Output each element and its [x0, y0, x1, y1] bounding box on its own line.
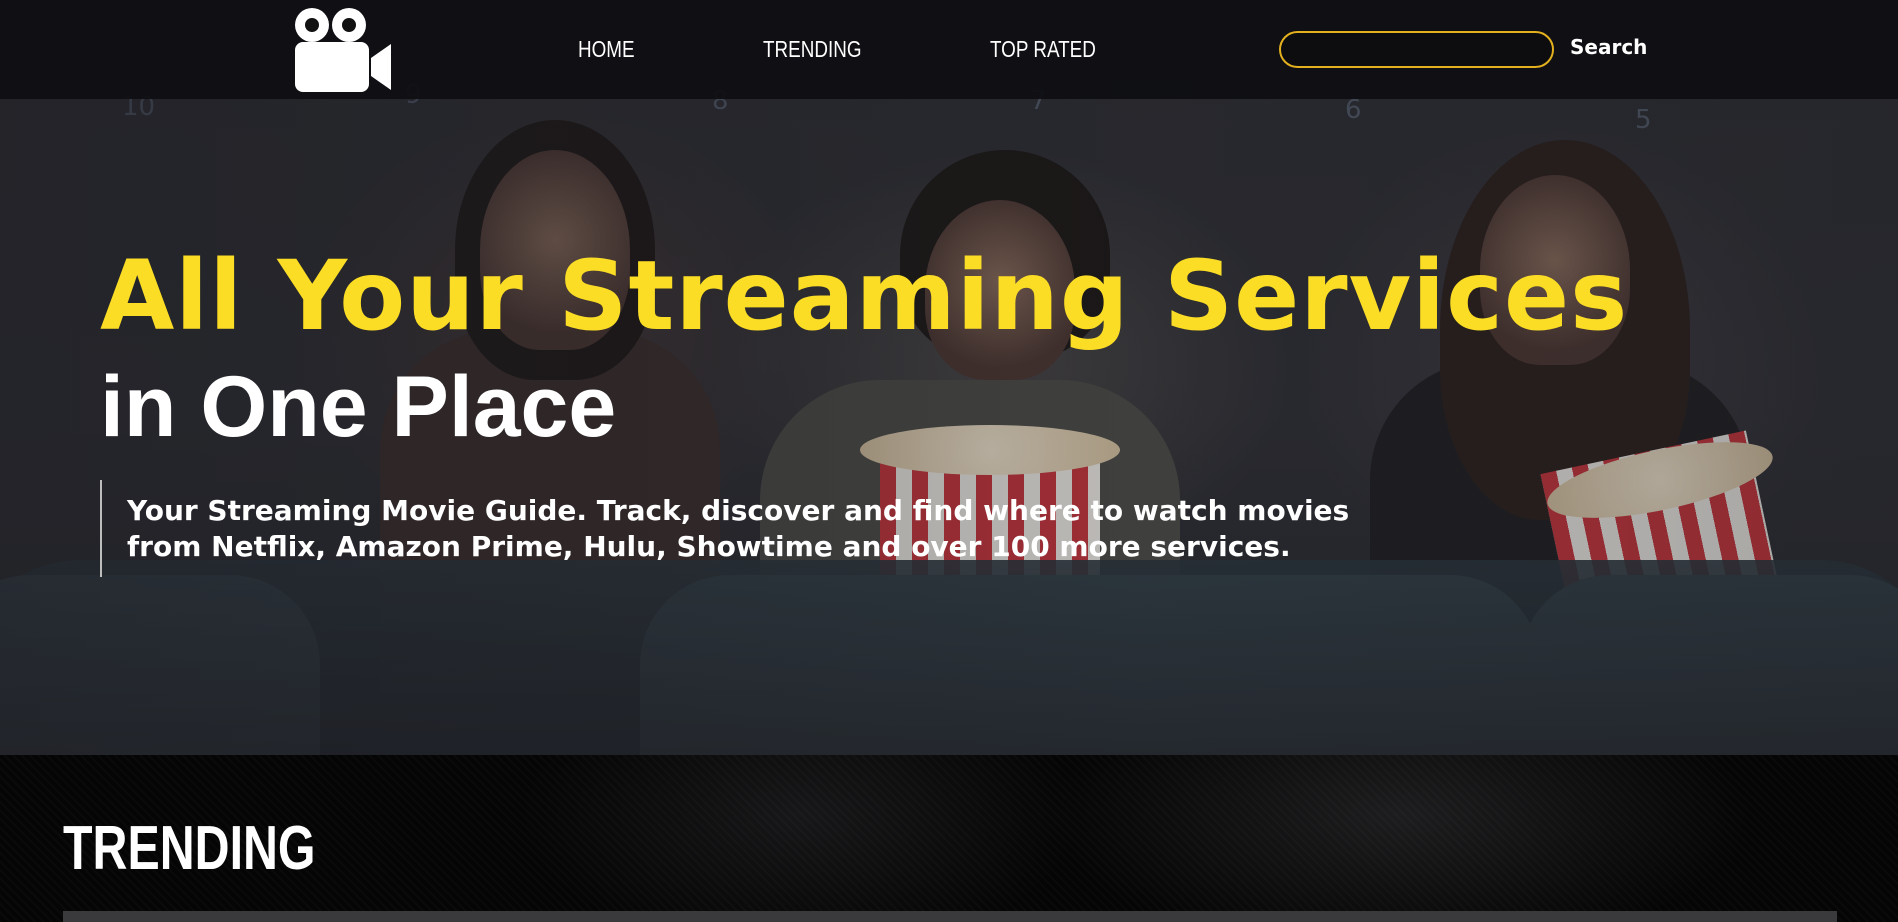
trending-title: TRENDING: [63, 814, 316, 883]
top-navbar: HOME TRENDING TOP RATED Search: [0, 0, 1898, 99]
nav-home[interactable]: HOME: [578, 36, 635, 63]
nav-trending[interactable]: TRENDING: [763, 36, 862, 63]
hero-description-line2: from Netflix, Amazon Prime, Hulu, Showti…: [127, 530, 1291, 563]
search-button[interactable]: Search: [1570, 35, 1647, 59]
nav-top-rated[interactable]: TOP RATED: [990, 36, 1096, 63]
hero-description: Your Streaming Movie Guide. Track, disco…: [100, 480, 1400, 577]
hero-description-line1: Your Streaming Movie Guide. Track, disco…: [127, 494, 1350, 527]
hero-section: 10 9 8 7 6 5 All Your Streaming Services…: [0, 0, 1898, 755]
movie-camera-icon[interactable]: [293, 6, 393, 94]
trending-carousel-top: [63, 911, 1837, 922]
trending-section: TRENDING: [0, 755, 1898, 922]
search-input[interactable]: [1279, 31, 1554, 68]
hero-title-line2: in One Place: [100, 359, 617, 455]
hero-title-line1: All Your Streaming Services: [100, 240, 1629, 352]
